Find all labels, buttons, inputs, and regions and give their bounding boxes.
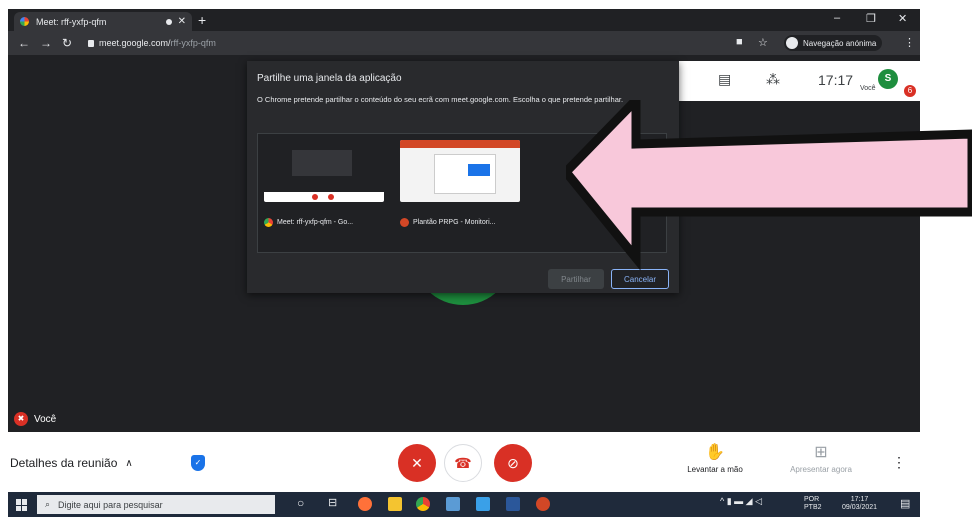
annotation-arrow <box>566 100 972 271</box>
close-tab-icon[interactable]: ✕ <box>178 16 186 27</box>
file-explorer-icon[interactable] <box>388 497 402 511</box>
restore-icon[interactable]: ❐ <box>866 12 876 25</box>
search-icon: ⌕ <box>45 499 51 509</box>
word-icon[interactable] <box>506 497 520 511</box>
leave-call-button[interactable]: ☎ <box>444 444 482 482</box>
meet-favicon-icon <box>20 17 29 26</box>
taskbar-search[interactable]: ⌕ Digite aqui para pesquisar <box>37 495 275 514</box>
keyboard-layout: PTB2 <box>804 504 822 511</box>
chevron-up-icon: ∧ <box>125 457 133 469</box>
activities-icon[interactable]: ⁂ <box>766 71 780 88</box>
you-label: Você <box>860 85 876 92</box>
notifications-icon[interactable]: ▤ <box>900 497 910 510</box>
meeting-details-button[interactable]: Detalhes da reunião ∧ <box>10 456 133 470</box>
taskbar-clock[interactable]: 17:17 09/03/2021 <box>842 496 877 512</box>
browser-tab-strip: Meet: rff-yxfp-qfm ✕ + – ❐ ✕ <box>8 9 920 31</box>
bookmark-star-icon[interactable]: ☆ <box>758 36 768 49</box>
address-bar[interactable]: meet.google.com/ rff-yxfp-qfm <box>88 34 718 52</box>
meet-top-bar: ▤ ⁂ 17:17 Você S 6 <box>678 61 920 101</box>
incognito-label: Navegação anónima <box>803 38 877 48</box>
self-tile-label: ✖ Você <box>14 412 56 426</box>
language-code: POR <box>804 496 820 503</box>
lock-icon <box>88 39 94 47</box>
new-tab-icon[interactable]: + <box>198 12 206 28</box>
incognito-icon <box>786 37 798 49</box>
more-options-icon[interactable]: ⋮ <box>892 454 906 471</box>
back-icon[interactable]: ← <box>18 36 30 50</box>
windows-start-icon[interactable] <box>16 499 28 511</box>
windows-taskbar: ⌕ Digite aqui para pesquisar ○ ⊟ ^ ▮ ▬ ◢… <box>8 492 920 517</box>
taskbar-date: 09/03/2021 <box>842 504 878 511</box>
self-name: Você <box>34 413 57 425</box>
store-icon[interactable] <box>476 497 490 511</box>
url-path: rff-yxfp-qfm <box>170 38 216 48</box>
taskbar-time: 17:17 <box>850 496 869 503</box>
reload-icon[interactable]: ↻ <box>62 36 72 50</box>
raise-hand-button[interactable]: ✋ Levantar a mão <box>670 442 760 474</box>
recording-dot-icon <box>165 18 172 25</box>
dialog-title: Partilhe uma janela da aplicação <box>257 73 402 84</box>
language-indicator[interactable]: POR PTB2 <box>804 496 822 512</box>
avatar[interactable]: S <box>878 69 898 89</box>
incognito-badge[interactable]: Navegação anónima <box>784 35 883 51</box>
hang-up-icon: ☎ <box>454 454 472 471</box>
browser-tab[interactable]: Meet: rff-yxfp-qfm ✕ <box>14 12 192 31</box>
powerpoint-icon <box>400 218 409 227</box>
chrome-icon <box>264 218 273 227</box>
shield-icon[interactable]: ✓ <box>191 455 205 471</box>
camera-in-use-icon[interactable]: ■ <box>736 36 743 48</box>
hand-icon: ✋ <box>705 444 725 461</box>
browser-toolbar: ← → ↻ meet.google.com/ rff-yxfp-qfm ■ ☆ … <box>8 31 920 55</box>
forward-icon[interactable]: → <box>40 36 52 50</box>
firefox-icon[interactable] <box>358 497 372 511</box>
meeting-details-label: Detalhes da reunião <box>10 456 118 470</box>
chrome-icon[interactable] <box>416 497 430 511</box>
raise-hand-label: Levantar a mão <box>687 465 743 474</box>
task-view-icon[interactable]: ⊟ <box>328 496 337 509</box>
meet-window-thumbnail <box>264 140 384 202</box>
mic-off-icon: ✕ <box>411 454 423 471</box>
tray-icons[interactable]: ^ ▮ ▬ ◢ ◁ <box>720 496 762 507</box>
camera-off-icon: ⊘ <box>507 454 519 471</box>
minimize-icon[interactable]: – <box>834 12 840 24</box>
muted-mic-icon: ✖ <box>14 412 28 426</box>
present-icon: ⊞ <box>814 444 828 461</box>
powerpoint-icon[interactable] <box>536 497 550 511</box>
window-caption: Meet: rff-yxfp-qfm - Go... <box>264 218 384 227</box>
tab-title: Meet: rff-yxfp-qfm <box>36 16 107 27</box>
window-option-powerpoint[interactable]: Plantão PRPG - Monitori... <box>400 140 520 240</box>
meeting-clock: 17:17 <box>818 72 854 88</box>
photos-icon[interactable] <box>446 497 460 511</box>
powerpoint-window-thumbnail <box>400 140 520 202</box>
close-window-icon[interactable]: ✕ <box>898 12 907 25</box>
browser-menu-icon[interactable]: ⋮ <box>904 36 915 49</box>
window-label: Meet: rff-yxfp-qfm - Go... <box>277 219 354 226</box>
window-option-meet[interactable]: Meet: rff-yxfp-qfm - Go... <box>264 140 384 240</box>
present-now-button[interactable]: ⊞ Apresentar agora <box>776 442 866 474</box>
taskbar-search-placeholder: Digite aqui para pesquisar <box>58 499 163 510</box>
present-now-label: Apresentar agora <box>790 465 852 474</box>
camera-toggle-button[interactable]: ⊘ <box>494 444 532 482</box>
mic-toggle-button[interactable]: ✕ <box>398 444 436 482</box>
cortana-icon[interactable]: ○ <box>297 496 304 510</box>
notification-badge: 6 <box>904 85 916 97</box>
url-host: meet.google.com/ <box>99 38 171 48</box>
window-caption: Plantão PRPG - Monitori... <box>400 218 520 227</box>
chat-icon[interactable]: ▤ <box>718 71 731 88</box>
meet-control-bar: Detalhes da reunião ∧ ✓ ✕ ☎ ⊘ ✋ Levantar… <box>8 432 920 492</box>
window-label: Plantão PRPG - Monitori... <box>413 219 496 226</box>
